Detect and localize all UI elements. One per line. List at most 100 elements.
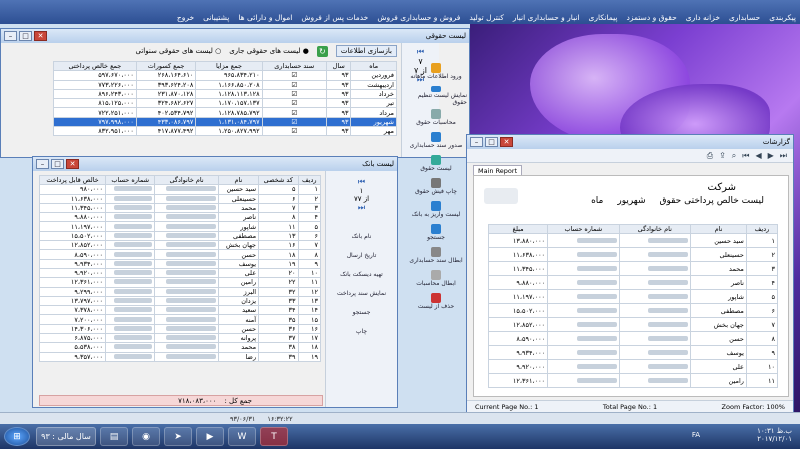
column-header[interactable]: سند حسابداری — [261, 60, 327, 72]
bank-tool-button[interactable]: تهیه دیسکت بانک — [326, 271, 397, 287]
media-icon[interactable]: ▶ — [196, 427, 224, 446]
export-icon[interactable]: ⇪ — [719, 151, 726, 160]
bank-tool-button[interactable]: چاپ — [326, 328, 397, 344]
menu-item[interactable]: کنترل تولید — [469, 13, 504, 22]
minimize-button[interactable]: – — [36, 159, 49, 169]
table-row[interactable]: اردیبهشت ۹۳ ☑ ۱،۱۶۶،۸۵۰،۲۰۸ ۳۹۳،۶۲۴،۲۰۸ ۷۷۳،۲… — [53, 79, 397, 90]
table-row[interactable]: ۱۴ ۳۴ سعید ۷،۳۷۸،۰۰۰ — [38, 305, 321, 316]
column-header[interactable]: جمع مزایا — [195, 60, 263, 72]
payroll-tool-button[interactable]: ورود اطلاعات ماهانه — [405, 63, 467, 83]
bank-tool-button[interactable]: نمایش سند پرداخت — [326, 290, 397, 306]
close-button[interactable]: ✕ — [500, 137, 513, 147]
radio-current-lists[interactable]: ● لیست های حقوقی جاری — [229, 47, 309, 55]
fiscal-year-button[interactable]: سال مالی : ۹۳ — [36, 427, 96, 446]
column-header[interactable]: نام خانوادگی — [154, 174, 219, 186]
word-icon[interactable]: W — [228, 427, 256, 446]
column-header[interactable]: خالص قابل پرداخت — [38, 174, 107, 186]
close-button[interactable]: ✕ — [34, 31, 47, 41]
payroll-tool-button[interactable]: محاسبات حقوق — [405, 109, 467, 129]
menu-item[interactable]: خدمات پس از فروش — [301, 13, 368, 22]
last-page-icon[interactable]: ⏭ — [780, 151, 787, 161]
table-row[interactable]: ۱۸ ۳۸ محمد ۵،۵۳۸،۰۰۰ — [38, 342, 321, 353]
menu-item[interactable]: خزانه داری — [686, 13, 720, 22]
refresh-data-button[interactable]: بازسازی اطلاعات — [335, 45, 397, 57]
payroll-tool-button[interactable]: صدور سند حسابداری — [405, 132, 467, 152]
table-row[interactable]: ۱۶ ۳۶ حسن ۱۴،۳۰۶،۰۰۰ — [38, 323, 321, 335]
maximize-button[interactable]: □ — [19, 31, 32, 41]
menu-item[interactable]: فروش و حسابداری فروش — [377, 13, 460, 22]
last-page-icon[interactable]: ⏭ — [326, 203, 397, 213]
accounting-checkbox[interactable]: ☑ — [261, 126, 327, 137]
radio-past-lists[interactable]: ○ لیست های حقوقی سنواتی — [136, 47, 222, 55]
first-page-icon[interactable]: ⏮ — [742, 151, 749, 161]
table-row[interactable]: ۱۲ ۳۲ البرز ۹،۲۹۹،۰۰۰ — [38, 286, 321, 297]
table-row[interactable]: ۹ ۱۹ یوسف ۹،۹۳۴،۰۰۰ — [38, 258, 321, 269]
first-page-icon[interactable]: ⏮ — [402, 47, 439, 57]
menu-item[interactable]: حسابداری — [729, 13, 760, 22]
table-row[interactable]: تیر ۹۳ ☑ ۱،۱۷۰،۱۵۷،۱۳۷ ۳۲۴،۶۸۲،۶۲۷ ۸۱۵،۱۲۵،۰۰… — [53, 98, 397, 109]
payroll-tool-button[interactable]: جستجو — [405, 224, 467, 244]
column-header[interactable]: سال — [325, 60, 352, 72]
table-row[interactable]: ۲ ۶ حسینعلی ۱۱،۶۳۸،۰۰۰ — [38, 193, 321, 204]
column-header[interactable]: کد شخصی — [258, 174, 299, 186]
payroll-tool-button[interactable]: نمایش لیست تنظیم حقوق — [405, 86, 467, 106]
menu-item[interactable]: حقوق و دستمزد — [626, 13, 676, 22]
payroll-tool-button[interactable]: ابطال سند حسابداری — [405, 247, 467, 267]
table-row[interactable]: ۱۰ ۲۰ علی ۹،۹۲۰،۰۰۰ — [38, 267, 321, 279]
table-row[interactable]: خرداد ۹۳ ☑ ۱،۱۲۸،۱۱۳،۱۲۸ ۲۳۱،۸۷۰،۱۲۸ ۸۹۶،۲۴۳،… — [53, 88, 397, 100]
table-row[interactable]: ۱۱ ۲۲ رامین ۱۲،۳۶۱،۰۰۰ — [38, 277, 321, 288]
maximize-button[interactable]: □ — [51, 159, 64, 169]
column-header[interactable]: ماه — [350, 60, 397, 72]
table-row[interactable]: ۸ ۱۸ حسن ۸،۵۹۰،۰۰۰ — [38, 249, 321, 260]
accounting-checkbox[interactable]: ☑ — [261, 88, 327, 100]
prev-page-icon[interactable]: ◀ — [755, 151, 761, 160]
accounting-checkbox[interactable]: ☑ — [261, 70, 327, 81]
column-header[interactable]: ردیف — [297, 174, 321, 186]
accounting-checkbox[interactable]: ☑ — [261, 116, 327, 128]
minimize-button[interactable]: – — [470, 137, 483, 147]
maximize-button[interactable]: □ — [485, 137, 498, 147]
print-icon[interactable]: ⎙ — [707, 151, 713, 161]
accounting-checkbox[interactable]: ☑ — [261, 107, 327, 118]
menu-item[interactable]: پشتیبانی — [203, 13, 229, 22]
payroll-tool-button[interactable]: لیست حقوق — [405, 155, 467, 175]
minimize-button[interactable]: – — [4, 31, 17, 41]
close-button[interactable]: ✕ — [66, 159, 79, 169]
menu-item[interactable]: پیمانکاری — [589, 13, 618, 22]
telegram-icon[interactable]: ➤ — [164, 427, 192, 446]
language-indicator[interactable]: FA — [692, 431, 700, 439]
menu-item[interactable]: اموال و دارائی ها — [238, 13, 292, 22]
column-header[interactable]: نام — [217, 174, 260, 186]
chrome-icon[interactable]: ◉ — [132, 427, 160, 446]
table-row[interactable]: ۱۳ ۳۳ یزدان ۱۳،۷۹۷،۰۰۰ — [38, 295, 321, 307]
table-row[interactable]: ۴ ۸ ناصر ۹،۸۸۰،۰۰۰ — [38, 212, 321, 223]
table-row[interactable]: مرداد ۹۳ ☑ ۱،۱۲۸،۷۸۵،۷۹۲ ۴۰۲،۵۳۴،۷۹۲ ۷۲۲،۲۵۱،… — [53, 107, 397, 118]
table-row[interactable]: ۱۵ ۳۵ آمنه ۷،۲۰۰،۰۰۰ — [38, 314, 321, 325]
table-row[interactable]: ۱ ۵ سید حسین ۹۸۰،۰۰۰ — [38, 184, 321, 195]
table-row[interactable]: شهریور ۹۳ ☑ ۱،۱۳۱،۰۸۴،۷۹۷ ۴۳۳،۰۸۶،۷۹۷ ۷۹۷،۹۹۸… — [53, 116, 397, 128]
table-row[interactable]: ۱۷ ۳۷ پروانه ۶،۸۷۵،۰۰۰ — [38, 333, 321, 344]
payroll-tool-button[interactable]: ابطال محاسبات — [405, 270, 467, 290]
table-row[interactable]: ۵ ۱۱ شاپور ۱۱،۱۹۷،۰۰۰ — [38, 221, 321, 232]
app-icon[interactable]: T — [260, 427, 288, 446]
table-row[interactable]: فروردین ۹۳ ☑ ۹۶۵،۸۳۴،۲۱۰ ۲۶۸،۱۶۴،۶۱۰ ۵۹۷،۶۷۰،… — [53, 70, 397, 81]
column-header[interactable]: جمع خالص پرداختی — [53, 60, 137, 72]
payroll-tool-button[interactable]: حذف از لیست — [405, 293, 467, 313]
start-button[interactable]: ⊞ — [4, 427, 30, 446]
table-row[interactable]: ۱۹ ۳۹ رضا ۹،۳۵۷،۰۰۰ — [38, 351, 321, 362]
table-row[interactable]: ۷ ۱۶ جهان بخش ۱۲،۸۵۲،۰۰۰ — [38, 240, 321, 251]
bank-tool-button[interactable]: نام بانک — [326, 233, 397, 249]
zoom-icon[interactable]: ⌕ — [732, 151, 736, 161]
payroll-tool-button[interactable]: چاپ فیش حقوق — [405, 178, 467, 198]
bank-tool-button[interactable]: تاریخ ارسال — [326, 252, 397, 268]
folder-icon[interactable]: ▤ — [100, 427, 128, 446]
next-page-icon[interactable]: ▶ — [768, 151, 774, 160]
accounting-checkbox[interactable]: ☑ — [261, 79, 327, 90]
menu-item[interactable]: خروج — [177, 13, 194, 22]
menu-item[interactable]: پیکربندی — [769, 13, 796, 22]
refresh-icon[interactable]: ↻ — [316, 45, 328, 57]
bank-tool-button[interactable]: جستجو — [326, 309, 397, 325]
accounting-checkbox[interactable]: ☑ — [261, 98, 327, 109]
table-row[interactable]: مهر ۹۳ ☑ ۱،۲۵۰،۸۲۷،۹۹۲ ۴۱۷،۸۷۷،۴۹۲ ۸۳۲،۹۵۱،۰۰… — [53, 126, 397, 137]
first-page-icon[interactable]: ⏮ — [326, 177, 397, 187]
